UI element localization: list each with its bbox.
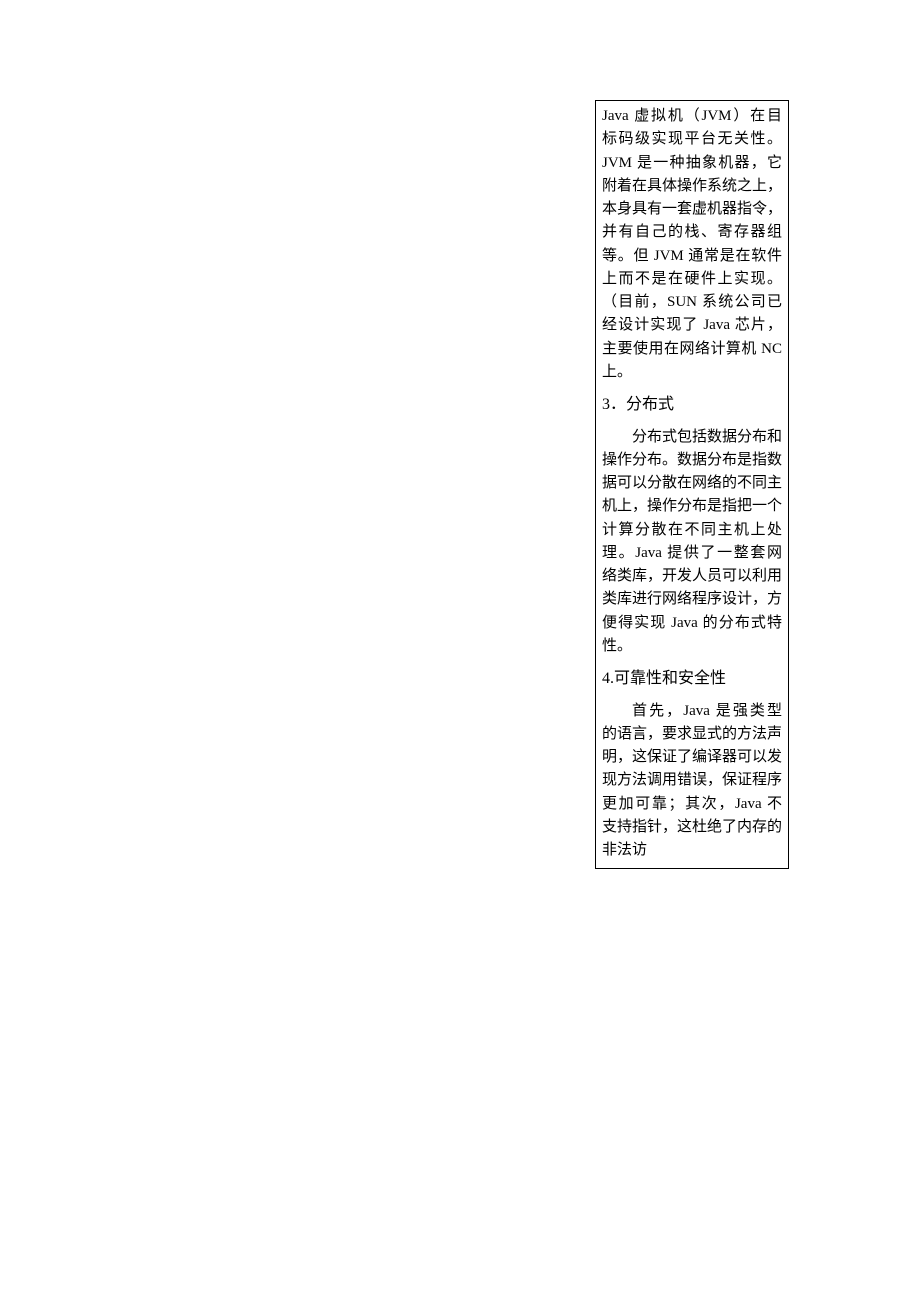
heading-reliability: 4.可靠性和安全性: [602, 658, 782, 700]
paragraph-reliability: 首先，Java 是强类型的语言，要求显式的方法声明，这保证了编译器可以发现方法调…: [602, 700, 782, 863]
paragraph-jvm: Java 虚拟机（JVM）在目标码级实现平台无关性。JVM 是一种抽象机器，它附…: [602, 105, 782, 384]
document-text-column: Java 虚拟机（JVM）在目标码级实现平台无关性。JVM 是一种抽象机器，它附…: [595, 100, 789, 869]
paragraph-distributed: 分布式包括数据分布和操作分布。数据分布是指数据可以分散在网络的不同主机上，操作分…: [602, 426, 782, 659]
heading-distributed: 3．分布式: [602, 384, 782, 426]
